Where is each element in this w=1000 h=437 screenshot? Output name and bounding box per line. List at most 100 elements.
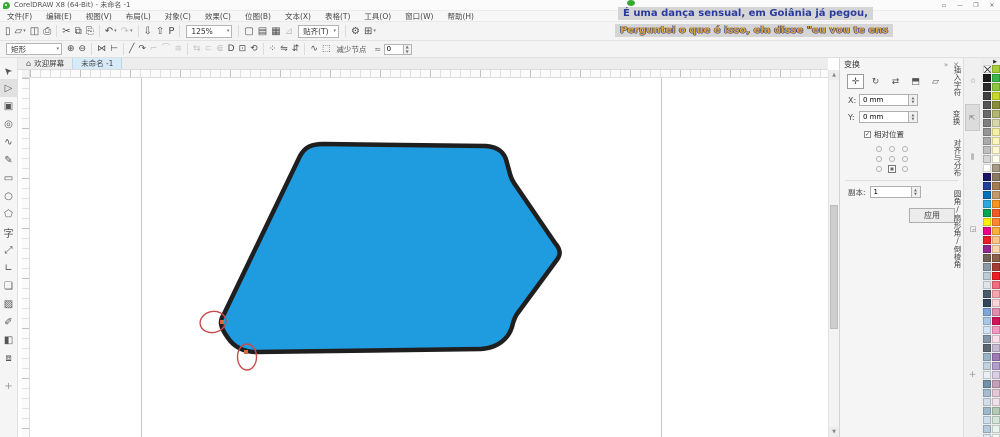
color-swatch[interactable] (983, 281, 991, 289)
text-tool[interactable]: 字 (0, 223, 18, 241)
color-swatch[interactable] (992, 263, 1000, 271)
color-swatch[interactable] (992, 398, 1000, 406)
color-swatch[interactable] (983, 164, 991, 172)
print-button[interactable]: ⎙ (41, 24, 53, 39)
crop-tool[interactable]: ▣ (0, 97, 18, 115)
color-swatch[interactable] (992, 110, 1000, 118)
close-button[interactable]: ✕ (986, 0, 998, 11)
size-mode-button[interactable]: ⬒ (907, 74, 924, 89)
color-swatch[interactable] (983, 335, 991, 343)
color-swatch[interactable] (992, 137, 1000, 145)
menu-item-layout[interactable]: 布局(L) (119, 11, 158, 22)
docker-tab-transform[interactable]: ⇱ 变换 (952, 104, 980, 131)
color-swatch[interactable] (992, 245, 1000, 253)
color-swatch[interactable] (992, 344, 1000, 352)
color-swatch[interactable] (992, 281, 1000, 289)
color-eyedropper-tool[interactable]: ✐ (0, 313, 18, 331)
select-all-nodes-button[interactable]: ⬚ (320, 42, 333, 56)
docker-tab-corner[interactable]: ◲ 圆角/扇形角/倒棱角 (953, 185, 980, 273)
close-curve-button[interactable]: D (226, 42, 237, 56)
fullscreen-preview-button[interactable]: ▢ (242, 24, 255, 39)
color-swatch[interactable] (983, 389, 991, 397)
color-swatch[interactable] (983, 371, 991, 379)
publish-pdf-button[interactable]: P (166, 24, 176, 39)
drop-shadow-tool[interactable]: ❏ (0, 277, 18, 295)
export-button[interactable]: ⇧ (154, 24, 166, 39)
color-swatch[interactable] (983, 344, 991, 352)
color-swatch[interactable] (992, 119, 1000, 127)
node-marker-corner-2[interactable] (244, 350, 248, 354)
color-swatch[interactable] (992, 299, 1000, 307)
color-swatch[interactable] (983, 227, 991, 235)
color-swatch[interactable] (983, 272, 991, 280)
color-swatch[interactable] (983, 362, 991, 370)
color-swatch[interactable] (983, 101, 991, 109)
color-swatch[interactable] (983, 353, 991, 361)
break-curve-button[interactable]: ⊢ (108, 42, 120, 56)
x-input[interactable] (859, 94, 909, 106)
color-swatch[interactable] (992, 209, 1000, 217)
color-swatch[interactable] (992, 101, 1000, 109)
color-swatch[interactable] (992, 146, 1000, 154)
position-mode-button[interactable]: ✛ (847, 74, 864, 89)
rotate-skew-nodes-button[interactable]: ⟲ (248, 42, 260, 56)
menu-item-tools[interactable]: 工具(O) (357, 11, 398, 22)
show-rulers-button[interactable]: ▤ (256, 24, 269, 39)
color-swatch[interactable] (983, 245, 991, 253)
color-swatch[interactable] (992, 290, 1000, 298)
smart-fill-tool[interactable]: ⧈ (0, 349, 18, 367)
menu-item-table[interactable]: 表格(T) (318, 11, 357, 22)
rectangle-tool[interactable]: ▭ (0, 169, 18, 187)
menu-item-object[interactable]: 对象(C) (158, 11, 198, 22)
color-swatch[interactable] (983, 200, 991, 208)
tab-welcome-screen[interactable]: ⌂ 欢迎屏幕 (18, 58, 72, 69)
menu-item-bitmaps[interactable]: 位图(B) (238, 11, 278, 22)
relative-position-checkbox[interactable]: ✓ (864, 131, 871, 138)
color-swatch[interactable] (983, 236, 991, 244)
color-swatch[interactable] (992, 254, 1000, 262)
anchor-point-3[interactable] (872, 154, 885, 164)
freehand-tool[interactable]: ∿ (0, 133, 18, 151)
color-swatch[interactable] (992, 416, 1000, 424)
snap-to-combo[interactable]: 贴齐(T) ▾ (298, 24, 340, 38)
toolbar-options-button[interactable]: ▫ (938, 0, 950, 11)
color-swatch[interactable] (992, 218, 1000, 226)
color-swatch[interactable] (983, 146, 991, 154)
color-swatch[interactable] (983, 128, 991, 136)
color-swatch[interactable] (992, 389, 1000, 397)
y-input[interactable] (859, 111, 909, 123)
color-swatch[interactable] (992, 155, 1000, 163)
add-nodes-button[interactable]: ⊕ (65, 42, 77, 56)
color-swatch[interactable] (983, 380, 991, 388)
color-swatch[interactable] (983, 74, 991, 82)
copies-stepper[interactable]: ▲ ▼ (911, 186, 921, 198)
color-swatch[interactable] (992, 74, 1000, 82)
open-button[interactable]: ▱ ▾ (13, 24, 28, 39)
color-swatch[interactable] (983, 299, 991, 307)
color-swatch[interactable] (992, 362, 1000, 370)
delete-nodes-button[interactable]: ⊖ (77, 42, 89, 56)
pick-tool[interactable]: ➤ (0, 61, 18, 79)
color-swatch[interactable] (992, 191, 1000, 199)
color-swatch[interactable] (983, 92, 991, 100)
color-swatch[interactable] (983, 110, 991, 118)
scrollbar-thumb[interactable] (830, 205, 838, 329)
color-swatch[interactable] (992, 308, 1000, 316)
scale-mirror-mode-button[interactable]: ⇄ (887, 74, 904, 89)
menu-item-file[interactable]: 文件(F) (0, 11, 39, 22)
menu-item-edit[interactable]: 编辑(E) (39, 11, 79, 22)
reduce-nodes-button[interactable]: 减少节点 (332, 44, 370, 55)
tab-untitled-document[interactable]: 未命名 -1 (72, 58, 123, 69)
transparency-tool[interactable]: ▨ (0, 295, 18, 313)
color-swatch[interactable] (992, 335, 1000, 343)
save-button[interactable]: ◫ (28, 24, 41, 39)
selection-mode-combo[interactable]: 矩形 ▾ (6, 43, 62, 55)
artistic-media-tool[interactable]: ✎ (0, 151, 18, 169)
ellipse-tool[interactable]: ○ (0, 187, 18, 205)
color-swatch[interactable] (992, 173, 1000, 181)
color-swatch[interactable] (992, 83, 1000, 91)
y-stepper[interactable]: ▲ ▼ (909, 111, 918, 123)
vertical-ruler[interactable] (22, 78, 30, 437)
menu-item-view[interactable]: 视图(V) (79, 11, 119, 22)
options-button[interactable]: ⚙ (349, 24, 362, 39)
